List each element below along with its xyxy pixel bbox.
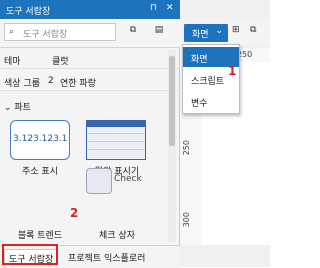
checkbox-box — [86, 168, 112, 194]
block-trend-preview[interactable] — [10, 184, 70, 224]
theme-label: 테마 — [4, 57, 21, 67]
divider — [87, 141, 145, 142]
divider — [87, 149, 145, 150]
ruler-label-y2: 300 — [182, 212, 191, 228]
copy-icon[interactable]: ⧉ — [250, 25, 256, 35]
theme-value: 클럿 — [52, 57, 69, 67]
toolbox-panel: 도구 서랍장 ⊓ ✕ ⌕ 도구 서랍장 ⧉ ▤ 테마 클럿 ⌄ 색상 그룹 2 … — [0, 0, 180, 268]
parts-gallery: 3.123.123.1 주소 표시 알람 표시기 블록 트렌드 Check 체크… — [0, 112, 180, 242]
color-group-select[interactable]: 색상 그룹 2 연한 파랑 ⌄ — [0, 72, 180, 91]
address-display-preview[interactable]: 3.123.123.1 — [10, 120, 70, 160]
chevron-down-icon: ⌄ — [215, 26, 223, 36]
annotation-1: 1 — [228, 64, 237, 78]
scrollbar-thumb[interactable] — [169, 56, 175, 146]
paste-icon[interactable]: ▤ — [152, 25, 166, 39]
address-display-preview-text: 3.123.123.1 — [13, 134, 68, 144]
alarm-indicator-preview[interactable] — [86, 120, 146, 160]
checkbox-preview-text: Check — [114, 174, 142, 184]
checkbox-caption: 체크 상자 — [99, 231, 135, 241]
color-group-num: 2 — [48, 76, 54, 86]
toolbox-title: 도구 서랍장 — [6, 7, 51, 17]
address-display-caption: 주소 표시 — [22, 167, 58, 177]
menu-item-variables[interactable]: 변수 — [183, 91, 239, 111]
scrollbar[interactable] — [168, 50, 176, 242]
screen-button-label: 화면 — [192, 30, 209, 40]
copy-icon[interactable]: ⧉ — [126, 25, 140, 39]
search-input[interactable]: ⌕ 도구 서랍장 — [4, 23, 116, 41]
screen-dropdown-menu: 화면 스크립트 변수 — [182, 44, 240, 114]
search-row: ⌕ 도구 서랍장 ⧉ ▤ — [0, 19, 180, 48]
tab-project-explorer[interactable]: 프로젝트 익스플로러 — [64, 249, 149, 265]
highlight-box — [2, 244, 58, 265]
close-icon[interactable]: ✕ — [166, 3, 174, 13]
block-trend-caption: 블록 트렌드 — [17, 231, 63, 241]
add-icon[interactable]: ⊞ — [232, 25, 240, 35]
color-group-label: 색상 그룹 — [4, 79, 40, 89]
toolbox-titlebar: 도구 서랍장 ⊓ ✕ — [0, 0, 180, 19]
divider — [87, 133, 145, 134]
table-header-bar — [87, 121, 145, 127]
search-placeholder: 도구 서랍장 — [23, 30, 68, 40]
checkbox-preview[interactable]: Check — [86, 168, 158, 208]
search-icon: ⌕ — [9, 27, 15, 37]
theme-select[interactable]: 테마 클럿 ⌄ — [0, 50, 180, 69]
annotation-2: 2 — [70, 206, 79, 220]
pin-icon[interactable]: ⊓ — [150, 3, 157, 13]
screen-dropdown-button[interactable]: 화면 ⌄ — [184, 24, 228, 42]
ruler-label-y1: 250 — [182, 140, 191, 156]
color-group-value: 연한 파랑 — [60, 79, 96, 89]
